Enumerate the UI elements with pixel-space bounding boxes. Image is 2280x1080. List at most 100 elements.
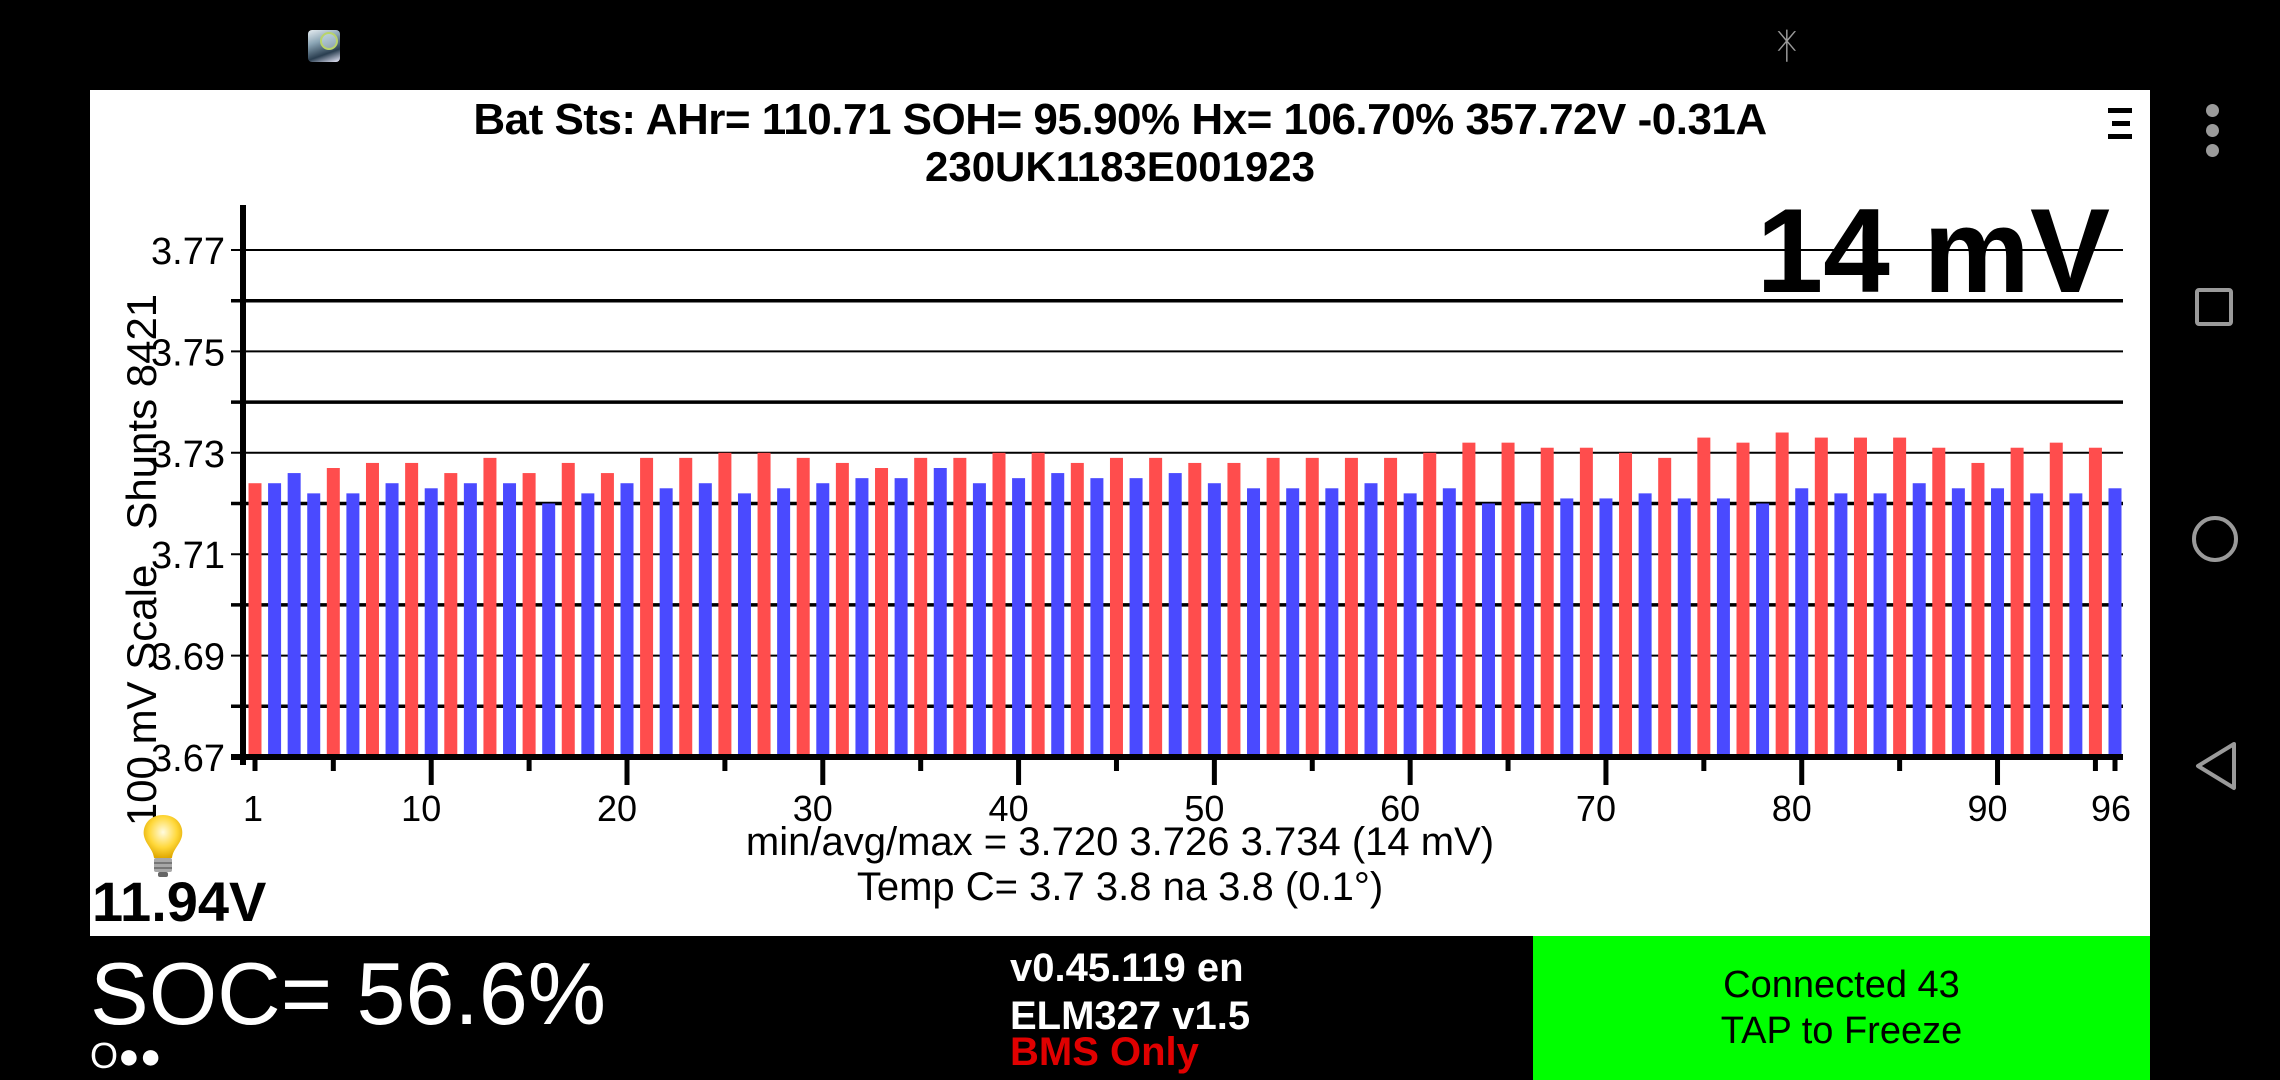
y-axis-label: 100 mV Scale Shunts 8421 bbox=[118, 293, 165, 827]
home-icon[interactable] bbox=[2192, 516, 2238, 562]
cell-bar-20 bbox=[620, 483, 634, 757]
cell-bar-1 bbox=[248, 483, 262, 757]
cell-bar-22 bbox=[659, 488, 673, 757]
cell-bar-88 bbox=[1951, 488, 1965, 757]
cell-bar-24 bbox=[698, 483, 712, 757]
cell-bar-77 bbox=[1736, 442, 1750, 757]
cell-bar-66 bbox=[1521, 503, 1535, 757]
cell-bar-37 bbox=[953, 457, 967, 757]
cell-bar-6 bbox=[346, 493, 360, 757]
cell-bar-52 bbox=[1247, 488, 1261, 757]
cell-bar-46 bbox=[1129, 478, 1143, 757]
cell-bar-4 bbox=[307, 493, 321, 757]
freeze-hint: TAP to Freeze bbox=[1720, 1010, 1963, 1052]
cell-bar-63 bbox=[1462, 442, 1476, 757]
connection-status: Connected 43 bbox=[1723, 964, 1960, 1006]
cell-bar-60 bbox=[1403, 493, 1417, 757]
cell-bar-73 bbox=[1658, 457, 1672, 757]
cell-bar-54 bbox=[1286, 488, 1300, 757]
cell-bar-96 bbox=[2108, 488, 2122, 757]
cell-bar-62 bbox=[1442, 488, 1456, 757]
mode-indicator: BMS Only bbox=[1010, 1030, 1199, 1074]
cell-bar-29 bbox=[796, 457, 810, 757]
cell-bar-94 bbox=[2069, 493, 2083, 757]
lightbulb-icon bbox=[143, 815, 183, 877]
cell-voltage-spread: 14 mV bbox=[1756, 184, 2110, 318]
cell-bar-35 bbox=[914, 457, 928, 757]
cell-bar-30 bbox=[816, 483, 830, 757]
cell-bar-90 bbox=[1991, 488, 2005, 757]
cell-bar-70 bbox=[1599, 498, 1613, 757]
cell-bar-2 bbox=[268, 483, 282, 757]
cell-bar-83 bbox=[1853, 437, 1867, 757]
cell-bar-92 bbox=[2030, 493, 2044, 757]
cell-bar-67 bbox=[1540, 447, 1554, 757]
cell-bar-40 bbox=[1012, 478, 1026, 757]
cell-bar-80 bbox=[1795, 488, 1809, 757]
temperature-stats: Temp C= 3.7 3.8 na 3.8 (0.1°) bbox=[856, 865, 1384, 909]
status-bar: ᛡ bbox=[0, 0, 2280, 90]
cell-bar-12 bbox=[463, 483, 477, 757]
battery-cell-chart-panel[interactable]: Bat Sts: AHr= 110.71 SOH= 95.90% Hx= 106… bbox=[90, 90, 2150, 936]
cell-bar-59 bbox=[1384, 457, 1398, 757]
back-icon[interactable] bbox=[2192, 740, 2240, 792]
cell-bar-33 bbox=[875, 468, 889, 757]
cell-bar-75 bbox=[1697, 437, 1711, 757]
cell-bar-86 bbox=[1912, 483, 1926, 757]
cell-bar-79 bbox=[1775, 432, 1789, 757]
android-nav-bar bbox=[2150, 90, 2280, 1080]
aux-battery-voltage: 11.94V bbox=[92, 870, 267, 933]
cell-bar-47 bbox=[1149, 457, 1163, 757]
cell-bar-42 bbox=[1051, 473, 1065, 757]
cell-bar-10 bbox=[424, 488, 438, 757]
cell-bar-23 bbox=[679, 457, 693, 757]
cell-bar-39 bbox=[992, 452, 1006, 757]
cell-bar-89 bbox=[1971, 462, 1985, 757]
cell-bar-41 bbox=[1031, 452, 1045, 757]
cell-bar-64 bbox=[1481, 503, 1495, 757]
cell-bar-16 bbox=[542, 503, 556, 757]
cell-bar-32 bbox=[855, 478, 869, 757]
cell-bar-13 bbox=[483, 457, 497, 757]
cell-bar-55 bbox=[1305, 457, 1319, 757]
cell-bar-95 bbox=[2088, 447, 2102, 757]
cell-bar-3 bbox=[287, 473, 301, 757]
cell-bar-51 bbox=[1227, 462, 1241, 757]
cell-bar-11 bbox=[444, 473, 458, 757]
cell-bar-48 bbox=[1168, 473, 1182, 757]
cell-bar-71 bbox=[1619, 452, 1633, 757]
cell-bar-82 bbox=[1834, 493, 1848, 757]
cell-bar-72 bbox=[1638, 493, 1652, 757]
cell-bar-68 bbox=[1560, 498, 1574, 757]
recent-apps-icon[interactable] bbox=[2195, 288, 2233, 326]
cell-bar-15 bbox=[522, 473, 536, 757]
cell-bar-57 bbox=[1344, 457, 1358, 757]
cell-bar-5 bbox=[326, 468, 340, 757]
bluetooth-icon: ᛡ bbox=[1776, 25, 1798, 66]
cell-bar-19 bbox=[600, 473, 614, 757]
cell-bar-18 bbox=[581, 493, 595, 757]
cell-bar-44 bbox=[1090, 478, 1104, 757]
leafspy-app-icon bbox=[308, 30, 340, 62]
state-of-charge: SOC= 56.6% bbox=[90, 944, 607, 1043]
cell-bar-8 bbox=[385, 483, 399, 757]
cell-bar-58 bbox=[1364, 483, 1378, 757]
cell-bar-76 bbox=[1716, 498, 1730, 757]
cell-bar-84 bbox=[1873, 493, 1887, 757]
connection-freeze-button[interactable]: Connected 43 TAP to Freeze bbox=[1533, 936, 2150, 1080]
overflow-menu-icon[interactable] bbox=[2204, 104, 2220, 164]
cell-bar-36 bbox=[933, 468, 947, 757]
cell-bar-26 bbox=[737, 493, 751, 757]
cell-bar-87 bbox=[1932, 447, 1946, 757]
cell-bar-85 bbox=[1893, 437, 1907, 757]
cell-bar-43 bbox=[1070, 462, 1084, 757]
cell-bar-9 bbox=[405, 462, 419, 757]
cell-bar-78 bbox=[1756, 503, 1770, 757]
cell-bar-7 bbox=[365, 462, 379, 757]
cell-bar-45 bbox=[1109, 457, 1123, 757]
activity-indicator: O●● bbox=[90, 1035, 162, 1076]
min-avg-max-stats: min/avg/max = 3.720 3.726 3.734 (14 mV) bbox=[745, 820, 1495, 864]
cell-bar-56 bbox=[1325, 488, 1339, 757]
cell-bar-74 bbox=[1677, 498, 1691, 757]
cell-bar-91 bbox=[2010, 447, 2024, 757]
